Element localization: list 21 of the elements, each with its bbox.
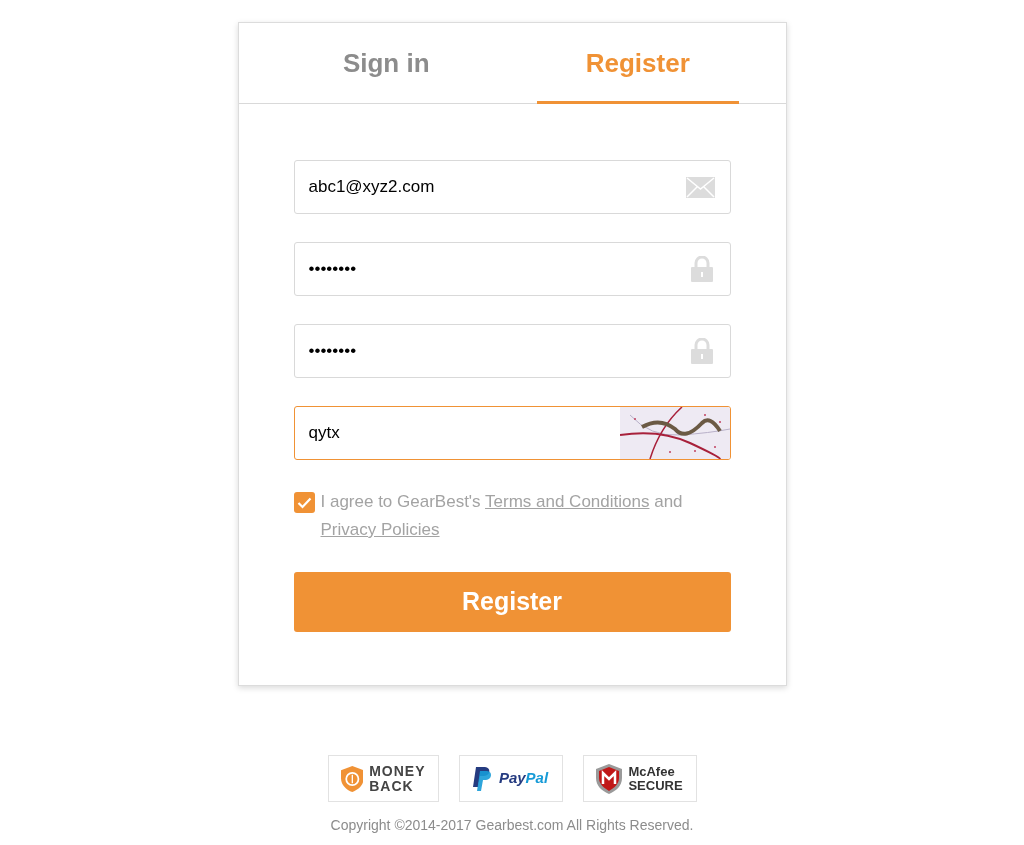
password-field[interactable]: •••••••• xyxy=(293,324,731,378)
paypal-icon xyxy=(472,766,493,791)
privacy-link[interactable]: Privacy Policies xyxy=(320,520,440,539)
shield-icon xyxy=(596,763,623,794)
envelope-icon xyxy=(685,176,715,198)
tab[interactable]: Register xyxy=(537,23,739,104)
captcha-field[interactable]: qytx xyxy=(293,406,731,460)
tab[interactable]: Sign in xyxy=(285,23,487,104)
agreement-text: I agree to GearBest's Terms and Conditions and Privacy Policies xyxy=(320,491,684,541)
badge-text: McAfee SECURE xyxy=(628,764,683,793)
copyright-text: Copyright ©2014-2017 Gearbest.com All Rights Reserved. xyxy=(330,816,694,835)
checkbox[interactable] xyxy=(293,492,315,513)
password-field[interactable]: •••••••• xyxy=(293,242,731,296)
badge-text: PayPal xyxy=(498,768,549,789)
terms-link[interactable]: Terms and Conditions xyxy=(485,492,650,511)
email-field[interactable]: abc1@xyz2.com xyxy=(293,160,731,214)
lock-icon xyxy=(690,256,713,282)
shield-icon xyxy=(340,763,364,794)
badge-text: MONEY BACK xyxy=(369,763,426,794)
lock-icon xyxy=(690,338,713,364)
register-button[interactable]: Register xyxy=(293,572,731,632)
